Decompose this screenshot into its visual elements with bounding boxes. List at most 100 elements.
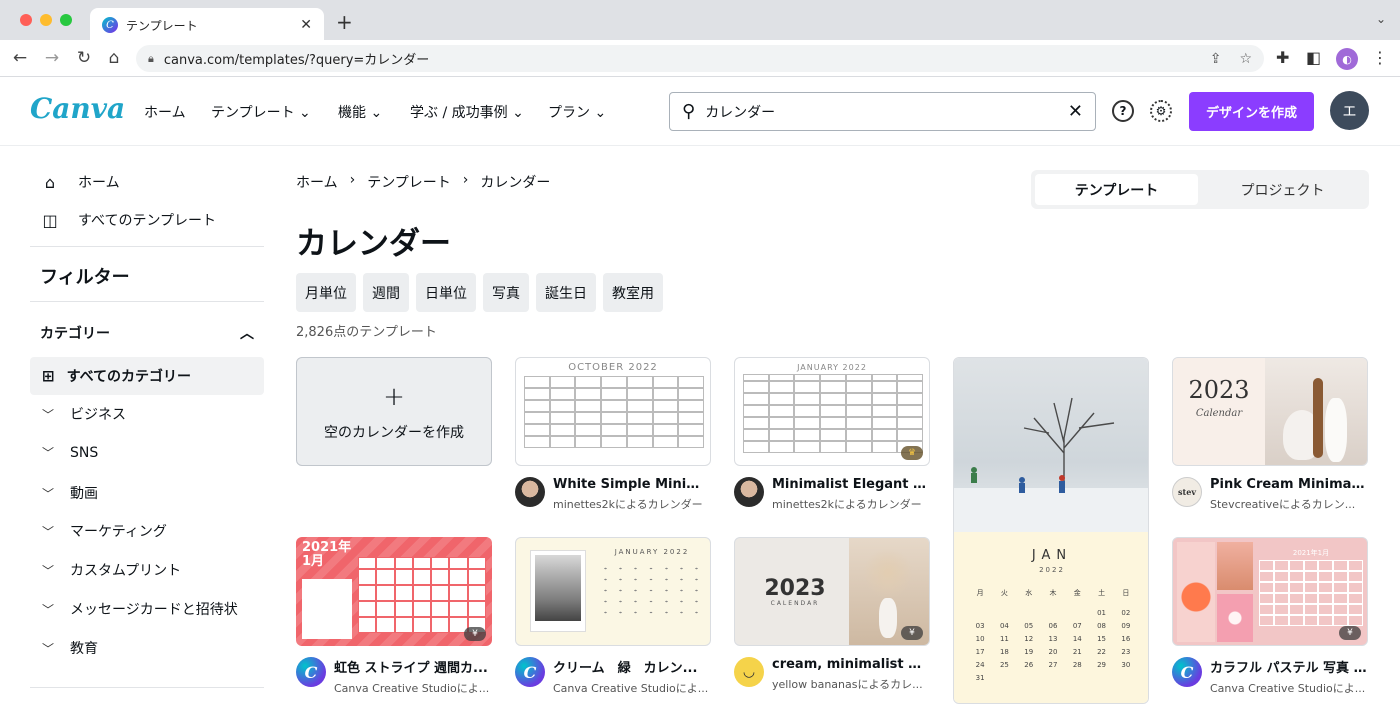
template-creator[interactable]: minettes2kによるカレンダー bbox=[772, 496, 930, 512]
creator-avatar[interactable]: stev bbox=[1172, 477, 1202, 507]
template-creator[interactable]: Canva Creative Studioによ... bbox=[1210, 680, 1368, 696]
chevron-down-icon: ﹀ bbox=[42, 563, 55, 578]
category-sns[interactable]: ﹀ SNS bbox=[42, 444, 98, 461]
new-tab-icon[interactable]: + bbox=[336, 10, 353, 34]
search-input[interactable]: ⚲ カレンダー ✕ bbox=[669, 92, 1096, 131]
sidebar-all-templates-label: すべてのテンプレート bbox=[78, 213, 217, 229]
template-thumbnail[interactable]: 2023 Calendar bbox=[1172, 357, 1368, 466]
browser-tab[interactable]: C テンプレート ✕ bbox=[90, 8, 324, 42]
canva-creator-avatar[interactable]: C bbox=[1172, 657, 1202, 687]
creator-avatar-banana-icon[interactable]: ◡ bbox=[734, 657, 764, 687]
tab-templates[interactable]: テンプレート bbox=[1035, 174, 1198, 205]
sidebar-item-home[interactable]: ⌂ ホーム bbox=[40, 172, 120, 192]
category-cards-invitations[interactable]: ﹀ メッセージカードと招待状 bbox=[42, 599, 238, 619]
template-thumbnail[interactable]: JANUARY 2022 ♛ bbox=[734, 357, 930, 466]
day-cell: 25 bbox=[999, 661, 1009, 669]
create-design-button[interactable]: デザインを作成 bbox=[1189, 92, 1314, 131]
calendar-days-grid: 月 火 水 木 金 土 日 01 02 03 04 05 06 07 08 09 10 11 12 13 14 15 16 1… bbox=[968, 588, 1138, 682]
template-thumbnail[interactable]: 2021年1月 ¥ bbox=[1172, 537, 1368, 646]
creator-avatar[interactable] bbox=[734, 477, 764, 507]
url-field[interactable]: 🔒︎ canva.com/templates/?query=カレンダー ⇪ ☆ bbox=[136, 45, 1264, 72]
category-education[interactable]: ﹀ 教育 bbox=[42, 638, 98, 658]
nav-home[interactable]: ホーム bbox=[144, 102, 186, 122]
share-icon[interactable]: ⇪ bbox=[1210, 51, 1222, 67]
day-cell: 17 bbox=[975, 648, 985, 656]
snow-photo bbox=[954, 358, 1148, 532]
chip-birthday[interactable]: 誕生日 bbox=[536, 273, 596, 312]
category-video[interactable]: ﹀ 動画 bbox=[42, 483, 98, 503]
template-thumbnail[interactable]: 2023 CALENDAR ¥ bbox=[734, 537, 930, 646]
help-icon[interactable]: ? bbox=[1112, 100, 1134, 122]
breadcrumb-templates[interactable]: テンプレート bbox=[367, 172, 451, 192]
blank-card-label: 空のカレンダーを作成 bbox=[324, 424, 464, 441]
close-tab-icon[interactable]: ✕ bbox=[300, 17, 312, 33]
template-meta: C カラフル パステル 写真 ... Canva Creative Studioに… bbox=[1172, 657, 1368, 696]
canva-creator-avatar[interactable]: C bbox=[515, 657, 545, 687]
search-icon: ⚲ bbox=[682, 101, 696, 122]
chevron-down-icon: ⌄ bbox=[370, 105, 383, 121]
category-title: カテゴリー bbox=[40, 326, 110, 342]
day-cell: 10 bbox=[975, 635, 985, 643]
day-cell bbox=[1041, 609, 1065, 617]
nav-home-label: ホーム bbox=[144, 105, 186, 121]
template-title: Minimalist Elegant 20... bbox=[772, 477, 930, 492]
weekday-label: 火 bbox=[1000, 589, 1008, 597]
breadcrumb-home[interactable]: ホーム bbox=[296, 172, 338, 192]
template-meta: White Simple Minimal... minettes2kによるカレンダ… bbox=[515, 477, 711, 512]
template-thumbnail[interactable]: JAN 2022 月火水木金土日 01 02 03 04 05 06 07 08 09 10 11 12… bbox=[953, 357, 1149, 704]
clear-search-icon[interactable]: ✕ bbox=[1068, 101, 1083, 122]
chip-monthly[interactable]: 月単位 bbox=[296, 273, 356, 312]
orange-photo bbox=[1177, 542, 1215, 642]
sidebar-item-all-templates[interactable]: ◫ すべてのテンプレート bbox=[40, 210, 216, 230]
tab-projects[interactable]: プロジェクト bbox=[1201, 174, 1364, 205]
minimize-window-button[interactable] bbox=[40, 14, 52, 26]
user-avatar[interactable]: エ bbox=[1330, 91, 1369, 130]
close-window-button[interactable] bbox=[20, 14, 32, 26]
day-cell: 22 bbox=[1097, 648, 1107, 656]
template-thumbnail[interactable]: 2021年 1月 ¥ bbox=[296, 537, 492, 646]
settings-gear-icon[interactable]: ⚙ bbox=[1150, 100, 1172, 122]
home-icon[interactable]: ⌂ bbox=[104, 48, 124, 68]
chip-weekly[interactable]: 週間 bbox=[363, 273, 409, 312]
chip-daily[interactable]: 日単位 bbox=[416, 273, 476, 312]
template-creator[interactable]: Canva Creative Studioによ... bbox=[334, 680, 492, 696]
paid-badge-icon: ¥ bbox=[1339, 626, 1361, 640]
nav-templates[interactable]: テンプレート ⌄ bbox=[211, 102, 311, 122]
nav-learn[interactable]: 学ぶ / 成功事例 ⌄ bbox=[410, 102, 524, 122]
day-cell: 05 bbox=[1024, 622, 1034, 630]
category-all[interactable]: ⊞ すべてのカテゴリー bbox=[30, 357, 264, 395]
extensions-puzzle-icon[interactable]: ✚ bbox=[1276, 48, 1289, 67]
bookmark-star-icon[interactable]: ☆ bbox=[1239, 51, 1252, 67]
template-creator[interactable]: minettes2kによるカレンダー bbox=[553, 496, 711, 512]
category-business[interactable]: ﹀ ビジネス bbox=[42, 404, 126, 424]
side-panel-icon[interactable]: ◧ bbox=[1306, 48, 1321, 67]
zoom-window-button[interactable] bbox=[60, 14, 72, 26]
back-arrow-icon[interactable]: ← bbox=[10, 48, 30, 68]
canva-creator-avatar[interactable]: C bbox=[296, 657, 326, 687]
day-cell: 11 bbox=[999, 635, 1009, 643]
browser-profile-avatar[interactable]: ◐ bbox=[1336, 48, 1358, 70]
category-custom-print[interactable]: ﹀ カスタムプリント bbox=[42, 560, 181, 580]
template-creator[interactable]: Stevcreativeによるカレン... bbox=[1210, 496, 1368, 512]
calendar-month: JAN bbox=[1031, 548, 1073, 563]
chip-photo[interactable]: 写真 bbox=[483, 273, 529, 312]
nav-features[interactable]: 機能 ⌄ bbox=[338, 102, 382, 122]
template-thumbnail[interactable]: JANUARY 2022 bbox=[515, 537, 711, 646]
reload-icon[interactable]: ↻ bbox=[74, 48, 94, 68]
template-thumbnail[interactable]: OCTOBER 2022 bbox=[515, 357, 711, 466]
category-header[interactable]: カテゴリー ︿ bbox=[40, 323, 254, 343]
category-marketing[interactable]: ﹀ マーケティング bbox=[42, 521, 167, 541]
tab-search-chevron-icon[interactable]: ⌄ bbox=[1376, 12, 1386, 26]
nav-plans[interactable]: プラン ⌄ bbox=[548, 102, 606, 122]
create-blank-calendar-button[interactable]: + 空のカレンダーを作成 bbox=[296, 357, 492, 466]
browser-menu-icon[interactable]: ⋮ bbox=[1372, 48, 1388, 67]
forward-arrow-icon[interactable]: → bbox=[42, 48, 62, 68]
nav-templates-label: テンプレート bbox=[211, 105, 295, 121]
address-bar: ← → ↻ ⌂ 🔒︎ canva.com/templates/?query=カレ… bbox=[0, 40, 1400, 77]
canva-logo[interactable]: Canva bbox=[30, 92, 125, 125]
chevron-down-icon: ﹀ bbox=[42, 407, 55, 422]
template-creator[interactable]: yellow bananasによるカレ... bbox=[772, 676, 930, 692]
creator-avatar[interactable] bbox=[515, 477, 545, 507]
chip-classroom[interactable]: 教室用 bbox=[603, 273, 663, 312]
template-creator[interactable]: Canva Creative Studioによ... bbox=[553, 680, 711, 696]
